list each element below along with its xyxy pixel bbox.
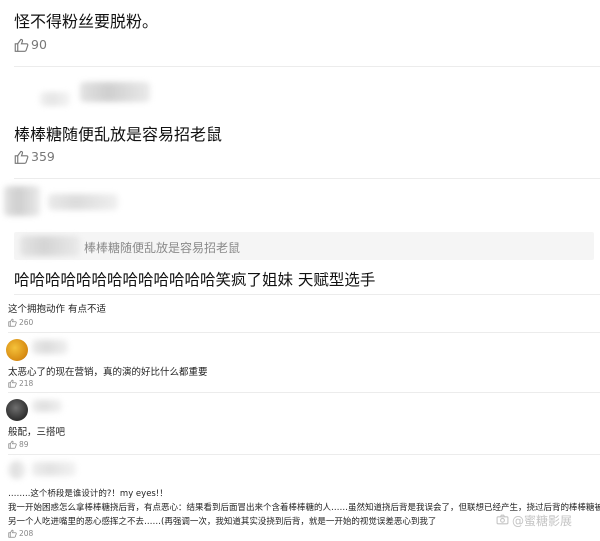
blurred-username	[32, 340, 68, 354]
comment-7-line-1: ……..这个桥段是谁设计的?！my eyes!！	[8, 489, 168, 499]
thumbs-up-icon	[8, 318, 17, 327]
blurred-username	[40, 92, 70, 106]
blurred-username	[32, 400, 62, 412]
comment-5-text: 太恶心了的现在营销，真的演的好比什么都重要	[8, 367, 208, 378]
comment-4-text: 这个拥抱动作 有点不适	[8, 304, 107, 315]
thumbs-up-icon	[8, 379, 17, 388]
camera-icon	[496, 514, 509, 528]
comment-2-like-button[interactable]: 359	[14, 149, 55, 164]
comment-7-like-count: 208	[19, 529, 34, 538]
blurred-username	[32, 462, 76, 476]
comment-4-like-button[interactable]: 260	[8, 318, 33, 327]
quoted-reply-text: 棒棒糖随便乱放是容易招老鼠	[84, 241, 241, 255]
watermark: @蜜糖影展	[496, 512, 572, 529]
avatar[interactable]	[6, 399, 28, 421]
blurred-avatar	[8, 461, 26, 479]
comment-6-like-count: 89	[19, 440, 29, 449]
watermark-text: @蜜糖影展	[512, 514, 573, 528]
comment-5-like-button[interactable]: 218	[8, 379, 33, 388]
quoted-reply-box: 棒棒糖随便乱放是容易招老鼠	[14, 232, 594, 260]
comment-6-like-button[interactable]: 89	[8, 440, 29, 449]
divider	[8, 392, 600, 393]
thumbs-up-icon	[8, 529, 17, 538]
blurred-username	[80, 82, 150, 102]
comment-2-text: 棒棒糖随便乱放是容易招老鼠	[14, 125, 223, 144]
blurred-username	[20, 236, 80, 256]
thumbs-up-icon	[14, 38, 29, 52]
divider	[8, 332, 600, 333]
comment-6-text: 般配，三搭吧	[8, 427, 66, 438]
comment-4-like-count: 260	[19, 318, 34, 327]
thumbs-up-icon	[8, 440, 17, 449]
comment-1-like-count: 90	[31, 37, 47, 52]
blurred-avatar	[4, 186, 40, 216]
divider	[14, 294, 600, 295]
divider	[14, 66, 600, 67]
comment-3-text: 哈哈哈哈哈哈哈哈哈哈哈哈哈笑疯了姐妹 天赋型选手	[14, 271, 376, 289]
comment-5-like-count: 218	[19, 379, 34, 388]
divider	[8, 454, 600, 455]
comment-7-like-button[interactable]: 208	[8, 529, 33, 538]
avatar[interactable]	[6, 339, 28, 361]
comment-1-text: 怪不得粉丝要脱粉。	[14, 12, 159, 31]
comment-7-line-3: 另一个人吃进嘴里的恶心感挥之不去……(再强调一次，我知道其实没挠到后背，就是一开…	[8, 517, 437, 527]
comment-2-like-count: 359	[31, 149, 55, 164]
comment-1-like-button[interactable]: 90	[14, 37, 47, 52]
blurred-username	[48, 194, 118, 210]
thumbs-up-icon	[14, 150, 29, 164]
divider	[14, 178, 600, 179]
